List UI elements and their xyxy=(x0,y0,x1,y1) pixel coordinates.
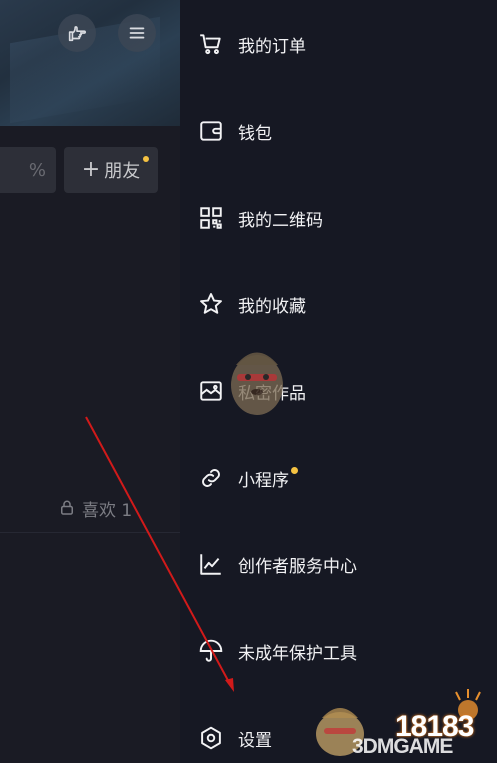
watermark-text-3dmgame: 3DMGAME xyxy=(352,735,453,758)
pointing-hand-icon xyxy=(68,26,87,42)
menu-item-wallet[interactable]: 钱包 xyxy=(198,111,488,151)
notification-dot xyxy=(143,156,149,162)
add-friend-label: 朋友 xyxy=(104,161,141,182)
menu-label: 我的二维码 xyxy=(238,210,323,231)
edit-profile-glyph: % xyxy=(28,159,46,181)
menu-label: 设置 xyxy=(238,730,272,751)
menu-item-orders[interactable]: 我的订单 xyxy=(198,24,488,64)
cart-icon xyxy=(200,34,221,55)
hamburger-menu-icon xyxy=(129,27,145,39)
settings-hexagon-icon xyxy=(201,726,221,750)
menu-label: 未成年保护工具 xyxy=(238,643,357,664)
creator-chart-icon xyxy=(200,554,221,575)
star-icon xyxy=(200,293,222,314)
add-friend-button[interactable]: + 朋友 xyxy=(64,147,158,193)
lock-icon xyxy=(61,500,73,515)
private-works-icon xyxy=(200,381,222,401)
menu-button[interactable] xyxy=(118,14,156,52)
mini-program-link-icon xyxy=(202,469,220,487)
menu-item-favorites[interactable]: 我的收藏 xyxy=(198,284,488,324)
tab-likes[interactable]: 喜欢 1 xyxy=(58,496,133,521)
menu-label: 我的收藏 xyxy=(238,296,306,317)
umbrella-icon xyxy=(199,639,223,662)
menu-label: 小程序 xyxy=(238,470,289,491)
qr-code-icon xyxy=(200,207,222,229)
menu-label: 钱包 xyxy=(238,123,272,144)
edit-profile-button[interactable]: % xyxy=(0,147,56,193)
tab-divider xyxy=(0,532,180,533)
profile-panel: % + 朋友 喜欢 1 xyxy=(0,0,180,763)
menu-label: 创作者服务中心 xyxy=(238,556,357,577)
menu-item-creator-center[interactable]: 创作者服务中心 xyxy=(198,544,488,584)
visitor-button[interactable] xyxy=(58,14,96,52)
menu-item-mini-programs[interactable]: 小程序 xyxy=(198,458,488,498)
menu-item-qr-code[interactable]: 我的二维码 xyxy=(198,198,488,238)
plus-icon: + xyxy=(81,157,101,182)
tab-likes-label: 喜欢 1 xyxy=(82,500,133,521)
menu-label: 我的订单 xyxy=(238,36,306,57)
wallet-icon xyxy=(200,121,222,141)
mascot-watermark-icon xyxy=(231,352,283,415)
menu-item-minor-protection[interactable]: 未成年保护工具 xyxy=(198,631,488,671)
notification-dot xyxy=(291,466,298,474)
